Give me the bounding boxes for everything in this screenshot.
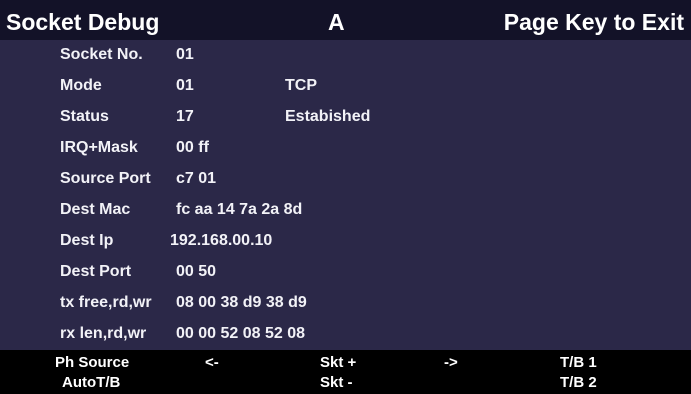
status-row: Status 17 Estabished: [0, 104, 691, 130]
dest-port-value: 00 50: [176, 263, 217, 280]
irq-mask-row: IRQ+Mask 00 ff: [0, 135, 691, 161]
dest-mac-label: Dest Mac: [60, 201, 131, 218]
rx-label: rx len,rd,wr: [60, 325, 147, 342]
status-value: 17: [176, 108, 194, 125]
mode-row: Mode 01 TCP: [0, 73, 691, 99]
status-text: Estabished: [285, 108, 371, 125]
socket-debug-screen: Socket Debug A Page Key to Exit Socket N…: [0, 0, 691, 394]
next-softkey[interactable]: ->: [444, 354, 458, 371]
mode-value: 01: [176, 77, 194, 94]
tb1-softkey[interactable]: T/B 1: [560, 354, 597, 371]
rx-value: 00 00 52 08 52 08: [176, 325, 306, 342]
dest-mac-value: fc aa 14 7a 2a 8d: [176, 201, 303, 218]
socket-next-softkey[interactable]: Skt +: [320, 354, 356, 371]
source-port-row: Source Port c7 01: [0, 166, 691, 192]
dest-port-row: Dest Port 00 50: [0, 259, 691, 285]
tx-value: 08 00 38 d9 38 d9: [176, 294, 307, 311]
source-port-label: Source Port: [60, 170, 151, 187]
socket-info-panel: Socket No. 01 Mode 01 TCP Status 17 Esta…: [0, 40, 691, 350]
socket-no-label: Socket No.: [60, 46, 143, 63]
dest-port-label: Dest Port: [60, 263, 132, 280]
softkey-bar: Ph Source AutoT/B <- Skt + Skt - -> T/B …: [0, 350, 691, 394]
dest-ip-row: Dest Ip 192.168.00.10: [0, 228, 691, 254]
dest-ip-label: Dest Ip: [60, 232, 114, 249]
socket-no-row: Socket No. 01: [0, 42, 691, 68]
tx-row: tx free,rd,wr 08 00 38 d9 38 d9: [0, 290, 691, 316]
mode-label: Mode: [60, 77, 102, 94]
prev-softkey[interactable]: <-: [205, 354, 219, 371]
dest-ip-value: 192.168.00.10: [170, 232, 273, 249]
tx-label: tx free,rd,wr: [60, 294, 152, 311]
tb2-softkey[interactable]: T/B 2: [560, 374, 597, 391]
socket-no-value: 01: [176, 46, 194, 63]
screen-title: Socket Debug: [6, 9, 160, 35]
auto-tb-softkey[interactable]: AutoT/B: [62, 374, 120, 391]
exit-hint: Page Key to Exit: [503, 9, 684, 35]
rx-row: rx len,rd,wr 00 00 52 08 52 08: [0, 321, 691, 347]
irq-mask-value: 00 ff: [176, 139, 209, 156]
channel-indicator: A: [328, 9, 345, 35]
ph-source-softkey[interactable]: Ph Source: [55, 354, 129, 371]
source-port-value: c7 01: [176, 170, 217, 187]
title-bar: Socket Debug A Page Key to Exit: [0, 0, 691, 40]
socket-prev-softkey[interactable]: Skt -: [320, 374, 353, 391]
irq-mask-label: IRQ+Mask: [60, 139, 138, 156]
status-label: Status: [60, 108, 109, 125]
mode-protocol: TCP: [285, 77, 317, 94]
dest-mac-row: Dest Mac fc aa 14 7a 2a 8d: [0, 197, 691, 223]
